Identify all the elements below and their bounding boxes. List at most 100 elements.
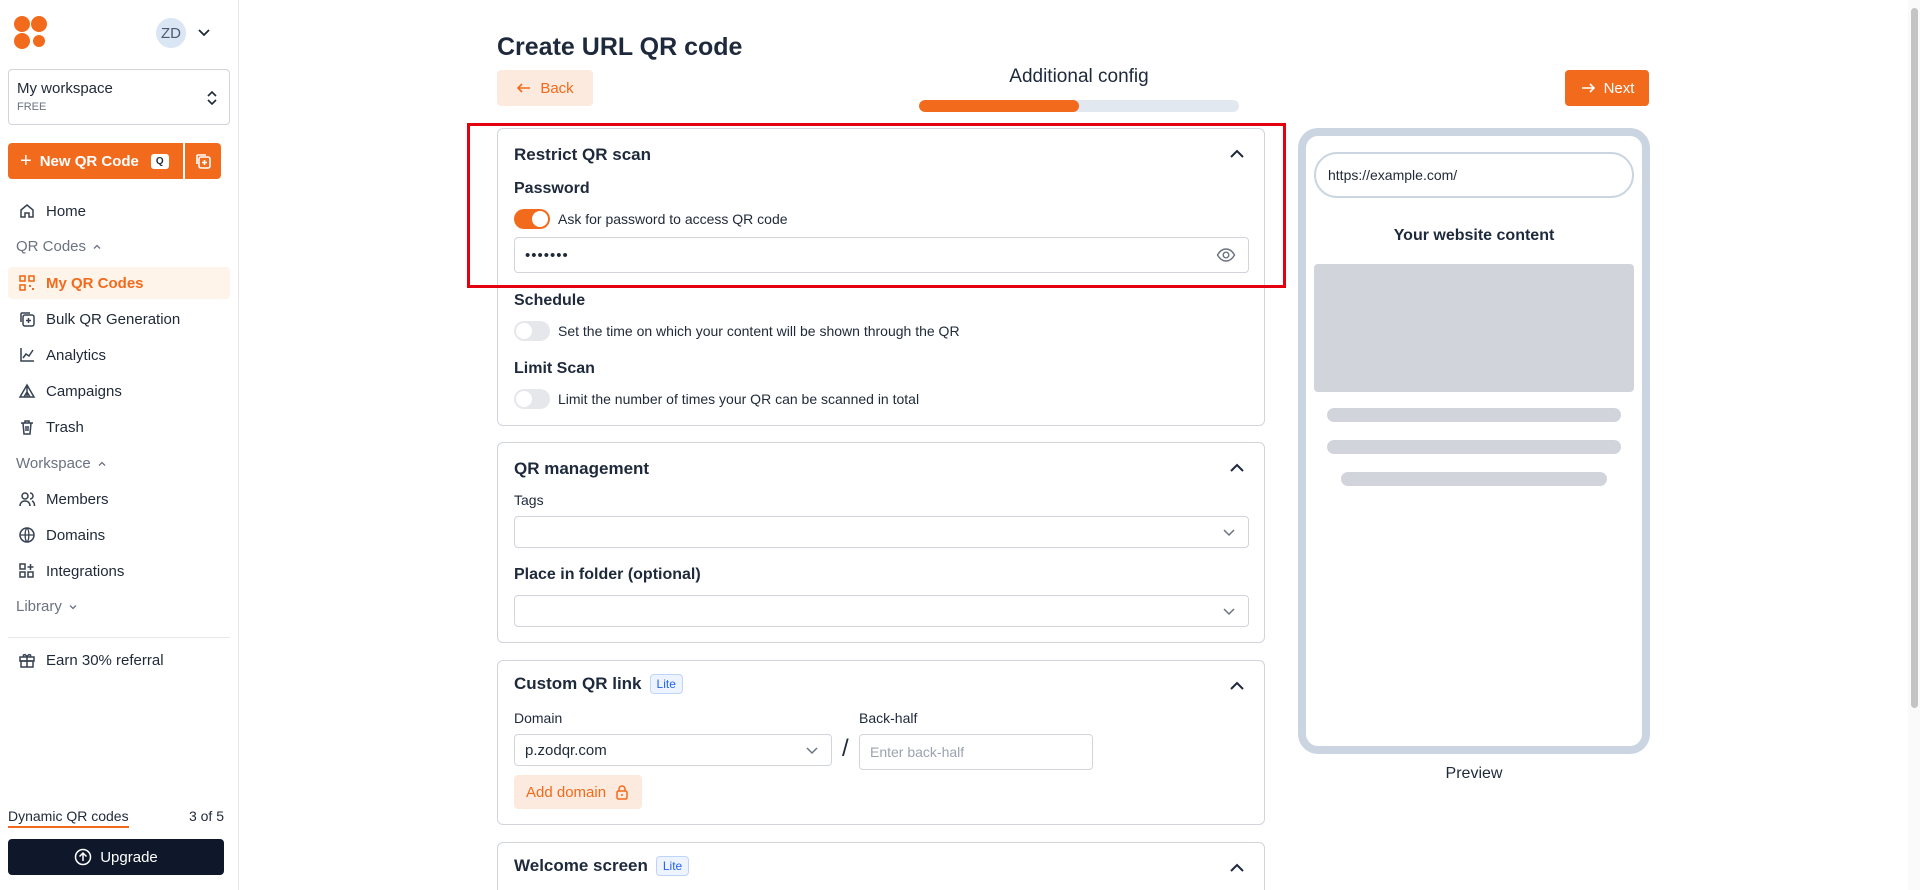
workspace-plan: FREE [17,101,47,113]
sidebar-item-integrations[interactable]: Integrations [8,555,230,587]
add-domain-button[interactable]: Add domain [514,775,643,809]
back-button[interactable]: Back [497,70,593,106]
sidebar-section-library[interactable]: Library [16,598,78,615]
domain-select[interactable]: p.zodqr.com [514,734,832,766]
domain-value: p.zodqr.com [525,741,607,759]
tent-icon [18,383,36,398]
page-scrollbar[interactable] [1908,0,1920,890]
arrow-up-circle-icon [74,848,92,866]
new-qr-code-button[interactable]: + New QR Code Q [8,143,183,179]
sidebar-item-label: Integrations [46,562,125,580]
password-toggle-text: Ask for password to access QR code [558,211,788,227]
duplicate-qr-button[interactable] [185,143,221,179]
chevron-down-icon[interactable] [196,24,212,40]
next-label: Next [1603,79,1635,97]
step-progress-bar [919,100,1239,112]
limit-scan-toggle-row: Limit the number of times your QR can be… [514,389,919,409]
password-toggle[interactable] [514,209,550,229]
plus-icon: + [20,150,32,172]
eye-icon[interactable] [1216,245,1236,265]
sidebar-section-qr-codes[interactable]: QR Codes [16,238,102,255]
sidebar-item-label: Home [46,202,87,220]
step-progress-fill [919,100,1079,112]
lock-icon [616,785,628,800]
preview-image-placeholder [1314,264,1634,392]
preview-label: Preview [1445,765,1503,782]
section-label: Library [16,598,62,615]
chevron-down-icon [806,747,818,755]
sidebar-item-label: Domains [46,526,106,544]
schedule-label: Schedule [514,292,586,309]
chevron-down-icon [1223,608,1235,616]
qr-management-card: QR management Tags Place in folder (opti… [497,442,1265,643]
restrict-qr-scan-card: Restrict QR scan Password Ask for passwo… [497,128,1265,426]
schedule-toggle-row: Set the time on which your content will … [514,321,960,341]
card-title-text: Welcome screen [514,856,648,875]
app-logo[interactable] [14,16,50,52]
card-title: Custom QR link Lite [514,674,683,694]
chevron-up-icon [98,461,106,466]
chevron-up-icon [93,244,101,249]
sidebar-item-label: Members [46,490,109,508]
backhalf-input[interactable]: Enter back-half [859,734,1093,770]
password-input[interactable]: ••••••• [514,237,1249,273]
sidebar-section-workspace[interactable]: Workspace [16,455,107,472]
preview-text-line [1341,472,1607,486]
add-domain-label: Add domain [526,783,607,801]
chevron-down-icon [1223,529,1235,537]
quota-label: Dynamic QR codes [8,808,129,828]
sidebar-item-label: Campaigns [46,382,122,400]
sidebar-item-referral[interactable]: Earn 30% referral [8,644,230,676]
sidebar-item-home[interactable]: Home [8,195,230,227]
chevron-down-icon [69,604,77,609]
sidebar-item-domains[interactable]: Domains [8,519,230,551]
tags-label: Tags [514,492,544,508]
schedule-toggle-text: Set the time on which your content will … [558,323,960,339]
copy-plus-icon [20,312,35,327]
chevron-up-icon[interactable] [1228,859,1246,877]
qr-grid-icon [19,275,35,291]
preview-text-line [1327,440,1621,454]
domain-label: Domain [514,710,563,726]
arrow-left-icon [517,83,531,93]
card-title-text: Custom QR link [514,674,642,693]
sidebar-item-analytics[interactable]: Analytics [8,339,230,371]
slash-separator: / [842,735,849,762]
quota-value: 3 of 5 [188,808,224,824]
avatar[interactable]: ZD [156,18,186,48]
limit-scan-toggle[interactable] [514,389,550,409]
scrollbar-thumb[interactable] [1911,8,1918,708]
sidebar-item-members[interactable]: Members [8,483,230,515]
sidebar-item-campaigns[interactable]: Campaigns [8,375,230,407]
chevron-up-icon[interactable] [1228,145,1246,163]
preview-url-bar: https://example.com/ [1314,152,1634,198]
sidebar-item-label: Earn 30% referral [46,651,164,669]
sidebar-item-my-qr-codes[interactable]: My QR Codes [8,267,230,299]
users-icon [19,492,36,507]
preview-heading: Your website content [1393,227,1555,244]
quota-row: Dynamic QR codes 3 of 5 [8,808,224,828]
card-title: Restrict QR scan [514,145,651,164]
sidebar-item-label: Trash [46,418,84,436]
sidebar-item-bulk-generation[interactable]: Bulk QR Generation [8,303,230,335]
step-title: Additional config [1009,66,1149,87]
upgrade-button[interactable]: Upgrade [8,839,224,875]
schedule-toggle[interactable] [514,321,550,341]
gift-icon [19,653,35,668]
home-icon [20,204,34,218]
lite-badge: Lite [649,674,683,694]
arrow-right-icon [1581,83,1595,93]
chevron-up-icon[interactable] [1228,459,1246,477]
chevron-up-icon[interactable] [1228,677,1246,695]
trash-icon [21,420,33,435]
folder-select[interactable] [514,595,1249,627]
workspace-selector[interactable]: My workspace FREE [8,69,230,125]
tags-select[interactable] [514,516,1249,548]
folder-label: Place in folder (optional) [514,566,701,583]
next-button[interactable]: Next [1565,70,1649,106]
password-toggle-row: Ask for password to access QR code [514,209,788,229]
backhalf-placeholder: Enter back-half [870,744,965,760]
blocks-icon [19,563,34,578]
sidebar-item-trash[interactable]: Trash [8,411,230,443]
copy-plus-icon [196,154,211,169]
